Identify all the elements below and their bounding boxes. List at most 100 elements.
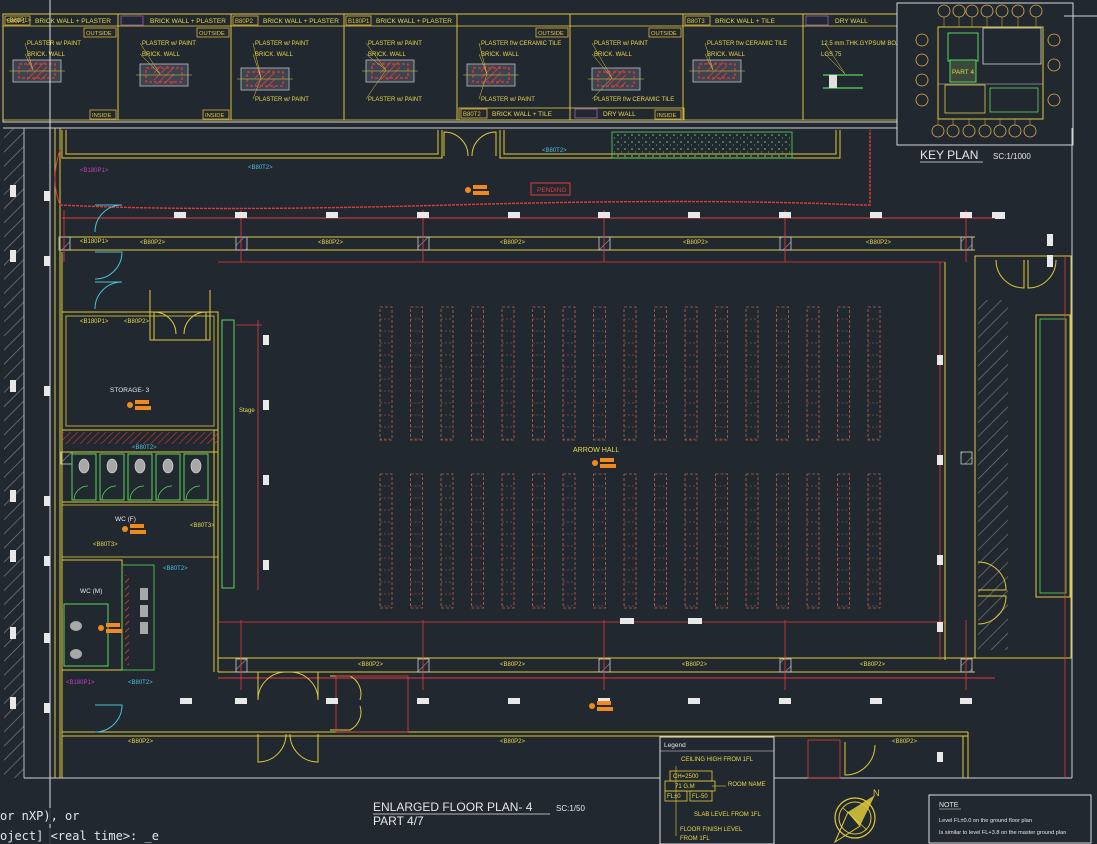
dimension-tag [620, 618, 634, 624]
dimension-tag [10, 550, 16, 562]
drawing-part: PART 4/7 [373, 814, 424, 828]
dimension-tag [180, 698, 192, 704]
drawing-scale: SC:1/50 [556, 804, 585, 813]
level-markers [98, 185, 616, 711]
command-history-line: or nXP), or [0, 808, 240, 824]
command-prompt-line[interactable]: oject] <real time>: _e [0, 828, 240, 844]
seat-column [623, 306, 637, 441]
pending-label: PENDING [537, 187, 567, 194]
key-plan[interactable]: PART 4 KEY PLAN SC:1/1000 [896, 2, 1097, 163]
wall-type-callout: LGS 75 [821, 52, 842, 58]
wall-tag: <B80P2> [500, 739, 526, 745]
level-marker-icon [106, 629, 122, 633]
urinal-icon [140, 622, 148, 634]
wall-type-cell [569, 13, 684, 121]
wall-tag: <B80P2> [140, 240, 166, 246]
dimension-markers [10, 185, 1053, 762]
wall-type-callout: PLASTER w/ PAINT [481, 97, 535, 103]
wall-side-bottom: INSIDE [92, 113, 111, 119]
key-plan-title: KEY PLAN [920, 148, 978, 162]
svg-text:N: N [873, 788, 880, 798]
wall-type-title: BRICK WALL + PLASTER [263, 18, 339, 25]
level-marker-icon [135, 406, 151, 410]
dimension-tag [10, 490, 16, 502]
seat-column [867, 473, 881, 609]
seat-column [715, 306, 728, 441]
wall-type-callout: BRICK. WALL [142, 52, 180, 58]
column-icon [60, 451, 73, 465]
level-marker-icon [465, 187, 471, 193]
seat-column [532, 306, 545, 441]
drywall-stud [829, 75, 837, 88]
urinal-icon [140, 605, 148, 617]
wall-tag: <B80P2> [892, 739, 918, 745]
wall-tag: <B180P1> [66, 680, 95, 686]
dimension-tag [937, 555, 943, 565]
dimension-tag [417, 212, 429, 218]
column-icon [58, 236, 71, 251]
level-marker-icon [473, 191, 489, 195]
room-label-wc-m: WC (M) [80, 588, 102, 595]
legend-floor-finish-1: FLOOR FINISH LEVEL [680, 827, 743, 833]
top-corridor: PENDING [54, 130, 871, 210]
dimension-tag [44, 556, 50, 566]
floor-plan-drawing[interactable]: B80P1 BRICK WALL + PLASTEROUTSIDEINSIDEPL… [0, 0, 1097, 844]
door-swing [129, 485, 145, 501]
seat-column [440, 306, 454, 441]
wall-tag: <B80P2> [500, 240, 526, 246]
seat-column [379, 306, 393, 441]
level-marker-icon [600, 464, 616, 468]
wall-type-tag-box [805, 15, 829, 26]
wall-tag: <B80P2> [682, 662, 708, 668]
wall-type-callout: PLASTER f/w CERAMIC TILE [707, 41, 787, 47]
dimension-tag [263, 400, 269, 410]
key-plan-part-label: PART 4 [952, 69, 974, 76]
wall-side-top: OUTSIDE [199, 31, 225, 37]
level-marker-icon [127, 402, 133, 408]
dimension-tag [960, 698, 972, 704]
level-marker-icon [592, 460, 598, 466]
dimension-tag [870, 212, 882, 218]
toilet-icon [70, 621, 82, 631]
seat-column [654, 306, 667, 441]
wall-type-callout: BRICK. WALL [27, 52, 65, 58]
wall-type-callout: BRICK. WALL [368, 52, 406, 58]
dimension-tag [508, 212, 520, 218]
seat-column [806, 306, 820, 441]
wall-tag: <B80T2> [248, 165, 273, 171]
dimension-tag [44, 703, 50, 713]
dimension-tag [508, 698, 520, 704]
wall-tag: <B80T2> [542, 148, 567, 154]
dimension-tag [960, 212, 972, 218]
wall-tag: <B80T3> [93, 542, 118, 548]
wall-type-callout: PLASTER w/ PAINT [27, 41, 81, 47]
dimension-tag [870, 698, 882, 704]
dimension-tag [937, 752, 943, 762]
legend-slab: SLAB LEVEL FROM 1FL [694, 812, 761, 818]
wall-type-callout: BRICK. WALL [255, 52, 293, 58]
level-marker-icon [130, 530, 146, 534]
dimension-tag [937, 455, 943, 465]
dimension-tag [326, 698, 338, 704]
room-label-storage: STORAGE- 3 [110, 387, 150, 394]
seat-column [715, 473, 728, 609]
seat-column [776, 306, 789, 441]
drawing-title-block: ENLARGED FLOOR PLAN- 4 SC:1/50 PART 4/7 [373, 800, 585, 828]
dimension-tag [44, 633, 50, 643]
column-icon [779, 236, 792, 251]
legend-ceiling: CEILING HIGH FROM 1FL [681, 757, 754, 763]
door-swing [101, 485, 117, 501]
level-marker-icon [589, 703, 595, 709]
wall-tag: <B180P1> [80, 239, 109, 245]
seat-column [562, 306, 576, 441]
hall-seating-grid [379, 306, 881, 609]
wall-type-title: BRICK WALL + TILE [715, 18, 776, 25]
seat-column [501, 306, 515, 441]
lower-wall-band [60, 451, 995, 778]
urinal-icon [140, 588, 148, 600]
toilet-icon [78, 458, 90, 474]
seat-column [806, 473, 820, 609]
wall-tag: <B80P2> [500, 662, 526, 668]
cad-viewport[interactable]: B80P1 BRICK WALL + PLASTER OUTSIDE INSIDE PL… [0, 0, 1097, 844]
wall-tag: <B80P2> [683, 240, 709, 246]
